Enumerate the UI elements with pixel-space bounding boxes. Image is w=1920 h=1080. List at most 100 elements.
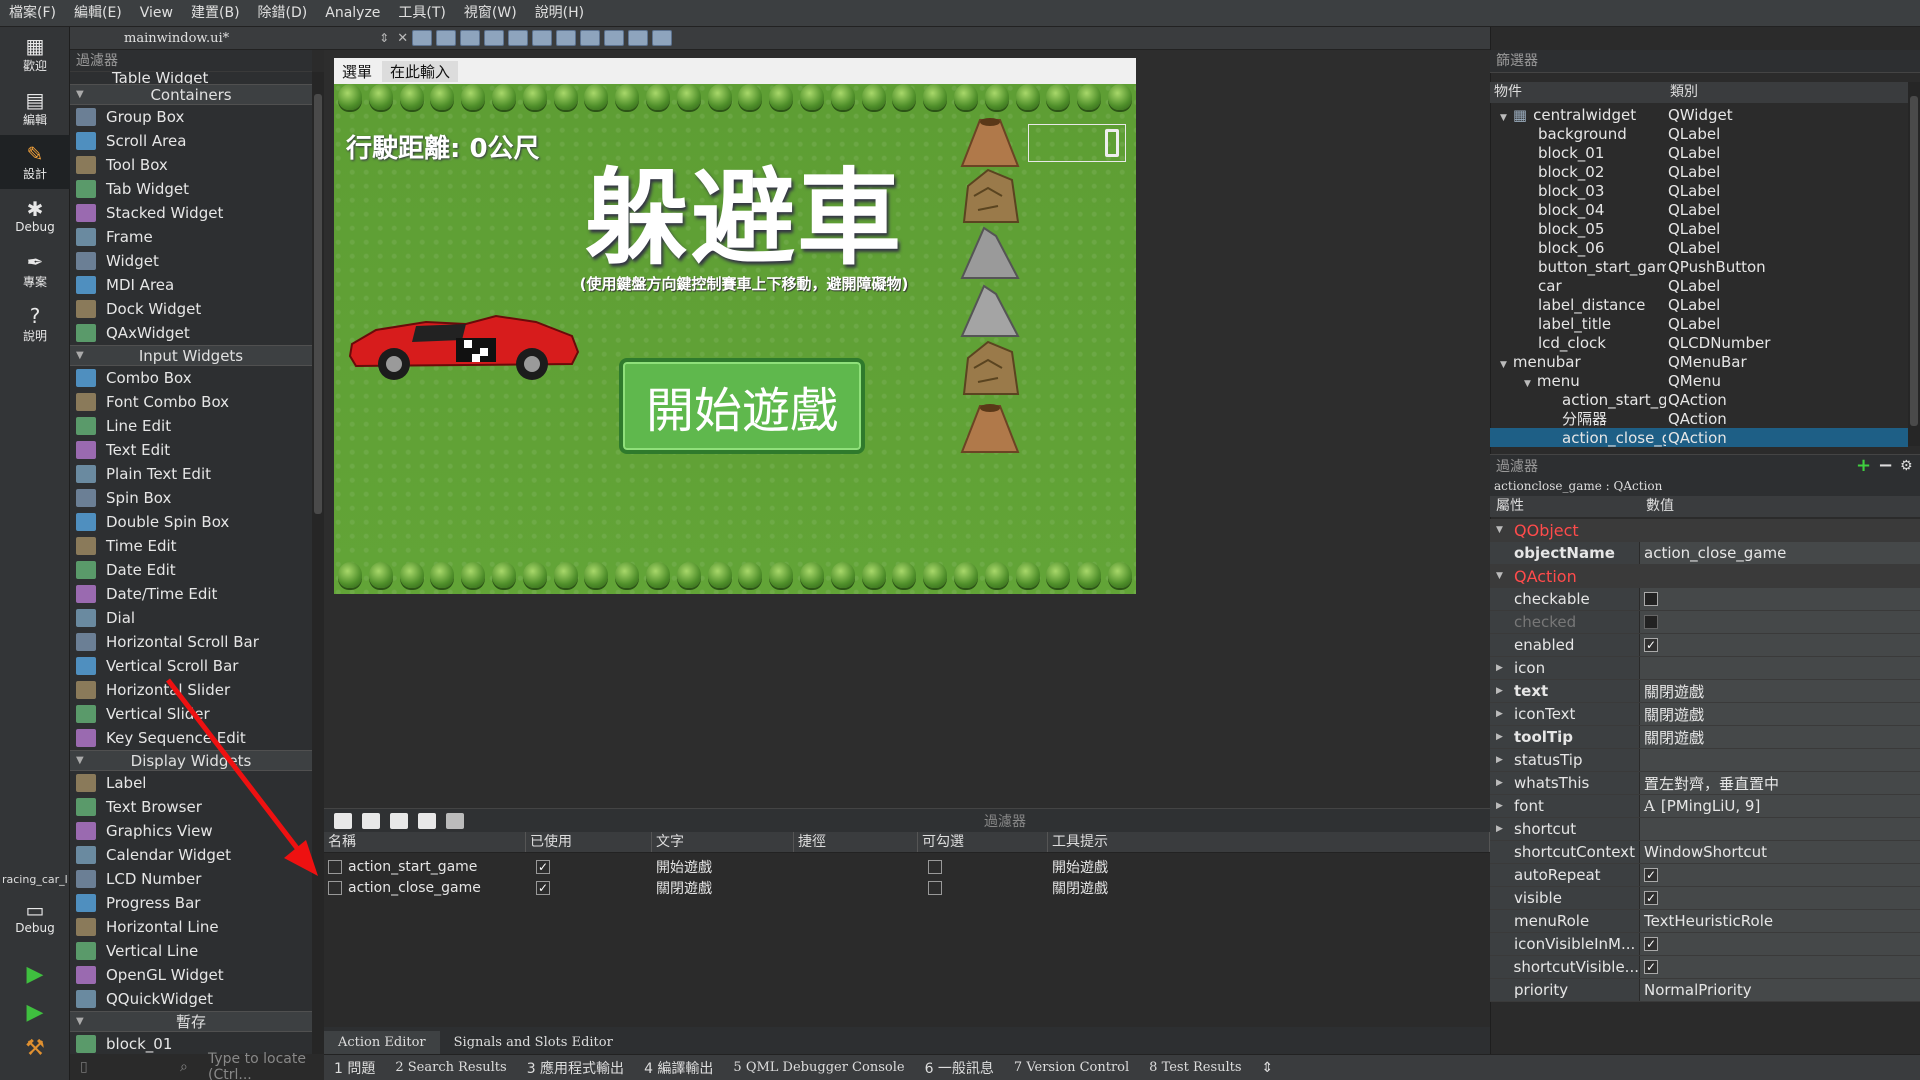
widget-item[interactable]: QAxWidget	[70, 321, 312, 345]
widget-item[interactable]: Vertical Slider	[70, 702, 312, 726]
action-column-4[interactable]: 可勾選	[918, 832, 1048, 852]
expand-arrow-icon[interactable]: ▼	[1500, 360, 1507, 370]
widget-item[interactable]: OpenGL Widget	[70, 963, 312, 987]
column-class[interactable]: 類別	[1666, 82, 1698, 103]
object-tree-row[interactable]: background QLabel	[1490, 124, 1908, 143]
build-target-selector[interactable]: ▭ Debug	[0, 890, 70, 944]
expand-arrow-icon[interactable]: ▶	[1496, 686, 1514, 696]
mode-3[interactable]: ✱ Debug	[0, 189, 70, 243]
menu-item-4[interactable]: 除錯(D)	[249, 0, 317, 27]
expand-arrow-icon[interactable]: ▶	[1496, 755, 1514, 765]
object-tree-row[interactable]: block_01 QLabel	[1490, 143, 1908, 162]
mode-0[interactable]: ▦ 歡迎	[0, 27, 70, 81]
action-column-2[interactable]: 文字	[652, 832, 794, 852]
property-value-cell[interactable]: ✓	[1640, 933, 1920, 955]
form-menu-type-here[interactable]: 在此輸入	[382, 60, 459, 82]
widget-category-1[interactable]: ▼ Input Widgets	[70, 345, 312, 366]
object-tree-row[interactable]: block_02 QLabel	[1490, 162, 1908, 181]
open-document-name[interactable]: mainwindow.ui*	[124, 31, 229, 46]
property-value-cell[interactable]: ✓	[1640, 634, 1920, 656]
widget-item[interactable]: Horizontal Scroll Bar	[70, 630, 312, 654]
adjust-size-icon[interactable]	[652, 30, 673, 46]
widget-item[interactable]: Horizontal Line	[70, 915, 312, 939]
expand-arrow-icon[interactable]: ▼	[1524, 379, 1531, 389]
widget-item[interactable]: Text Edit	[70, 438, 312, 462]
property-value-cell[interactable]	[1640, 818, 1920, 840]
menu-item-1[interactable]: 編輯(E)	[65, 0, 131, 27]
property-row[interactable]: ▶ iconText 關閉遊戲	[1490, 703, 1920, 726]
property-row[interactable]: visible ✓	[1490, 887, 1920, 910]
edit-widgets-icon[interactable]	[412, 30, 433, 46]
property-value-cell[interactable]: ✓	[1640, 956, 1920, 978]
expand-arrow-icon[interactable]: ▶	[1496, 732, 1514, 742]
widget-category-0[interactable]: ▼ Containers	[70, 84, 312, 105]
property-value-cell[interactable]: ✓	[1640, 864, 1920, 886]
property-value-cell[interactable]: 置左對齊，垂直置中	[1640, 772, 1920, 794]
property-row[interactable]: ▶ font A [PMingLiU, 9]	[1490, 795, 1920, 818]
property-value-cell[interactable]	[1640, 588, 1920, 610]
widget-item[interactable]: Date Edit	[70, 558, 312, 582]
add-property-icon[interactable]: +	[1856, 455, 1871, 476]
locator-input[interactable]: ▯ ⌕ Type to locate (Ctrl...	[70, 1051, 324, 1080]
edit-signals-icon[interactable]	[436, 30, 457, 46]
property-row[interactable]: ▶ icon	[1490, 657, 1920, 680]
block-03-stone[interactable]	[958, 222, 1022, 282]
paste-action-icon[interactable]	[390, 812, 408, 829]
widget-item[interactable]: Spin Box	[70, 486, 312, 510]
widget-item[interactable]: Vertical Scroll Bar	[70, 654, 312, 678]
property-value-cell[interactable]: 關閉遊戲	[1640, 726, 1920, 748]
property-value-cell[interactable]: TextHeuristicRole	[1640, 910, 1920, 932]
layout-horizontal-icon[interactable]	[508, 30, 529, 46]
layout-splitter-v-icon[interactable]	[580, 30, 601, 46]
widget-item-partial[interactable]: Table Widget	[70, 72, 312, 84]
property-row[interactable]: checked	[1490, 611, 1920, 634]
property-row[interactable]: objectName action_close_game	[1490, 542, 1920, 565]
object-tree-row[interactable]: button_start_game QPushButton	[1490, 257, 1908, 276]
block-06-volcano[interactable]	[958, 396, 1022, 456]
object-tree-row[interactable]: block_05 QLabel	[1490, 219, 1908, 238]
object-tree-row[interactable]: block_04 QLabel	[1490, 200, 1908, 219]
widget-item[interactable]: Horizontal Slider	[70, 678, 312, 702]
remove-property-icon[interactable]: −	[1878, 455, 1893, 476]
property-row[interactable]: enabled ✓	[1490, 634, 1920, 657]
object-tree-row[interactable]: label_title QLabel	[1490, 314, 1908, 333]
widget-category-2[interactable]: ▼ Display Widgets	[70, 750, 312, 771]
expand-arrow-icon[interactable]: ▶	[1496, 801, 1514, 811]
object-tree-row[interactable]: action_start_gameQAction	[1490, 390, 1908, 409]
action-row[interactable]: action_close_game ✓ 關閉遊戲 關閉遊戲	[324, 877, 1490, 898]
widget-item[interactable]: Calendar Widget	[70, 843, 312, 867]
property-value-cell[interactable]: ✓	[1640, 887, 1920, 909]
menu-item-3[interactable]: 建置(B)	[182, 0, 249, 27]
mode-1[interactable]: ▤ 編輯	[0, 81, 70, 135]
action-filter-input[interactable]: 過濾器	[984, 811, 1026, 831]
collapse-arrow-icon[interactable]: ▼	[1496, 525, 1514, 535]
property-row[interactable]: menuRole TextHeuristicRole	[1490, 910, 1920, 933]
collapse-arrow-icon[interactable]: ▼	[70, 755, 88, 766]
widget-box-filter[interactable]: 過濾器	[70, 50, 312, 72]
widget-item[interactable]: Combo Box	[70, 366, 312, 390]
run-icon[interactable]: ▶	[0, 962, 70, 987]
widget-item[interactable]: Progress Bar	[70, 891, 312, 915]
object-tree-row[interactable]: block_03 QLabel	[1490, 181, 1908, 200]
mode-5[interactable]: ? 說明	[0, 297, 70, 351]
lcd-clock[interactable]	[1028, 124, 1126, 162]
action-icon-checkbox[interactable]	[328, 859, 342, 874]
menu-item-6[interactable]: 工具(T)	[389, 0, 454, 27]
widget-item[interactable]: Line Edit	[70, 414, 312, 438]
object-inspector-scrollbar[interactable]	[1908, 82, 1920, 446]
scrollbar-thumb[interactable]	[1910, 96, 1918, 426]
property-row[interactable]: priority NormalPriority	[1490, 979, 1920, 1002]
property-row[interactable]: ▶ toolTip 關閉遊戲	[1490, 726, 1920, 749]
widget-box-scrollbar[interactable]	[312, 72, 324, 1054]
object-tree-row[interactable]: ▼ menubar QMenuBar	[1490, 352, 1908, 371]
object-tree-row[interactable]: label_distance QLabel	[1490, 295, 1908, 314]
widget-item[interactable]: Label	[70, 771, 312, 795]
layout-form-icon[interactable]	[628, 30, 649, 46]
output-pane-tab-1[interactable]: 2 Search Results	[385, 1060, 516, 1075]
output-pane-dropdown-icon[interactable]: ⇕	[1252, 1060, 1284, 1076]
widget-item[interactable]: Tab Widget	[70, 177, 312, 201]
edit-tab-order-icon[interactable]	[484, 30, 505, 46]
expand-arrow-icon[interactable]: ▶	[1496, 709, 1514, 719]
property-row[interactable]: ▶ statusTip	[1490, 749, 1920, 772]
property-row[interactable]: shortcutContext WindowShortcut	[1490, 841, 1920, 864]
